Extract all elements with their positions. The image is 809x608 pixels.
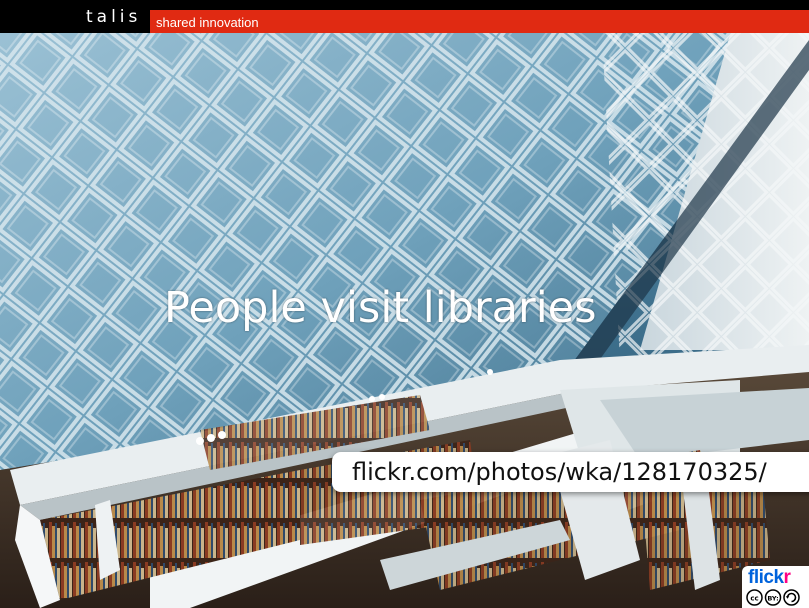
flickr-cc-badge: flickr cc BY:	[742, 566, 809, 608]
cc-icon: cc	[746, 589, 763, 606]
header-tagline: shared innovation	[156, 15, 259, 30]
slide-title: People visit libraries	[164, 283, 597, 333]
svg-text:BY:: BY:	[767, 595, 778, 603]
sa-icon	[783, 589, 800, 606]
talis-logo: talis	[86, 7, 142, 27]
cc-license-icons: cc BY:	[746, 589, 800, 606]
slide: talis shared innovation People visit lib…	[0, 0, 809, 608]
flickr-logo-part1: flick	[748, 567, 784, 588]
photo-attribution[interactable]: flickr.com/photos/wka/128170325/	[332, 452, 809, 492]
by-icon: BY:	[764, 589, 782, 606]
attribution-link[interactable]: flickr.com/photos/wka/128170325/	[352, 457, 767, 487]
flickr-logo: flickr	[748, 567, 791, 589]
svg-text:cc: cc	[750, 595, 758, 603]
flickr-logo-part2: r	[783, 567, 791, 588]
